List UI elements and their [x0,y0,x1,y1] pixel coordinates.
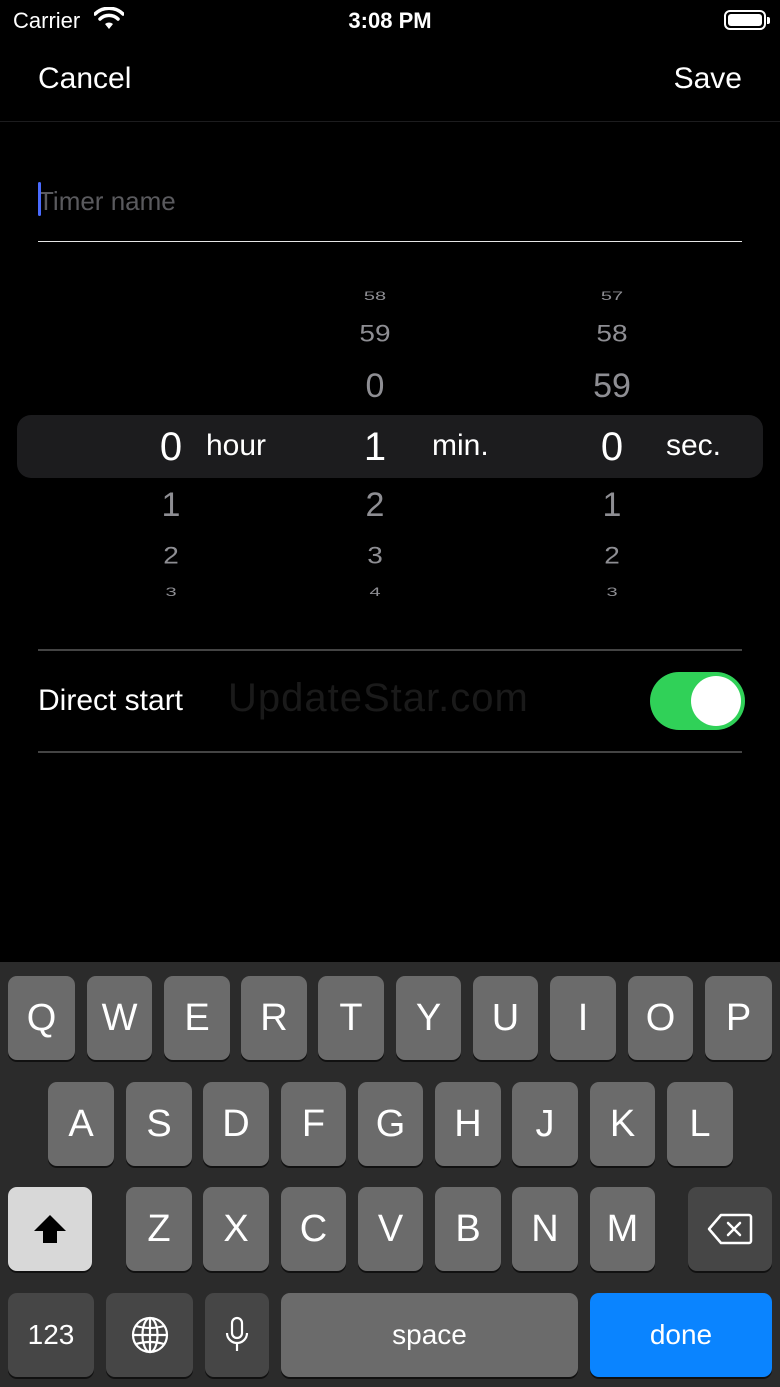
picker-minutes-row: 59 [359,320,391,347]
nav-bar: Cancel Save [0,44,780,122]
key-i[interactable]: I [550,976,616,1060]
picker-minutes-unit: min. [432,429,489,462]
delete-key[interactable] [688,1187,772,1271]
toggle-knob [691,676,741,726]
save-button[interactable]: Save [674,62,742,96]
key-n[interactable]: N [512,1187,578,1271]
globe-icon [131,1316,168,1354]
key-u[interactable]: U [473,976,538,1060]
key-y[interactable]: Y [396,976,461,1060]
key-e[interactable]: E [164,976,230,1060]
picker-minutes-row: 4 [369,585,381,599]
battery-icon [724,10,770,30]
picker-hours-row: 1 [161,486,181,524]
key-z[interactable]: Z [126,1187,192,1271]
key-m[interactable]: M [590,1187,655,1271]
direct-start-label: Direct start [38,684,184,717]
picker-column-minutes[interactable]: 58 59 0 1 2 3 4 [325,270,425,615]
picker-minutes-row: 2 [365,486,385,524]
shift-arrow-icon [34,1215,66,1243]
picker-seconds-row: 58 [596,320,628,347]
picker-minutes-row: 3 [367,542,383,569]
space-key[interactable]: space [281,1293,578,1377]
direct-start-toggle[interactable] [650,672,745,730]
key-f[interactable]: F [281,1082,346,1166]
dictation-key[interactable] [205,1293,269,1377]
backspace-icon [707,1213,753,1245]
key-v[interactable]: V [358,1187,423,1271]
status-bar: Carrier 3:08 PM [0,0,780,44]
numbers-key[interactable]: 123 [8,1293,94,1377]
watermark-text: UpdateStar.com [228,676,529,720]
picker-seconds-unit: sec. [666,429,722,462]
picker-hours-row: 2 [163,542,179,569]
divider [38,751,742,753]
key-r[interactable]: R [241,976,307,1060]
globe-key[interactable] [106,1293,193,1377]
key-p[interactable]: P [705,976,772,1060]
microphone-icon [225,1316,249,1351]
key-x[interactable]: X [203,1187,269,1271]
picker-seconds-row: 2 [604,542,620,569]
picker-seconds-row: 57 [600,289,624,303]
cancel-button[interactable]: Cancel [38,62,131,96]
text-caret [38,182,41,216]
divider [38,649,742,651]
picker-minutes-row: 58 [363,289,387,303]
key-b[interactable]: B [435,1187,501,1271]
picker-hours-row: 3 [165,585,177,599]
key-g[interactable]: G [358,1082,423,1166]
key-j[interactable]: J [512,1082,578,1166]
picker-minutes-selected: 1 [363,425,387,469]
picker-column-seconds[interactable]: 57 58 59 0 1 2 3 [562,270,662,615]
key-l[interactable]: L [667,1082,733,1166]
shift-key[interactable] [8,1187,92,1271]
key-w[interactable]: W [87,976,152,1060]
done-key[interactable]: done [590,1293,772,1377]
picker-seconds-selected: 0 [600,425,624,469]
picker-seconds-row: 59 [593,367,631,405]
picker-minutes-row: 0 [365,367,385,405]
key-a[interactable]: A [48,1082,114,1166]
key-k[interactable]: K [590,1082,655,1166]
timer-name-field-container [38,170,742,242]
picker-hours-unit: hour [206,429,267,462]
key-d[interactable]: D [203,1082,269,1166]
status-time: 3:08 PM [348,8,432,33]
key-h[interactable]: H [435,1082,501,1166]
timer-name-input[interactable] [38,170,742,232]
keyboard: Q W E R T Y U I O P A S D F G H J K L Z … [0,962,780,1387]
key-s[interactable]: S [126,1082,192,1166]
picker-seconds-row: 3 [606,585,618,599]
key-t[interactable]: T [318,976,384,1060]
duration-picker[interactable]: 0 1 2 3 hour 58 59 0 1 2 3 4 min. 57 58 … [0,270,780,615]
picker-seconds-row: 1 [602,486,622,524]
key-c[interactable]: C [281,1187,346,1271]
key-o[interactable]: O [628,976,693,1060]
key-q[interactable]: Q [8,976,75,1060]
